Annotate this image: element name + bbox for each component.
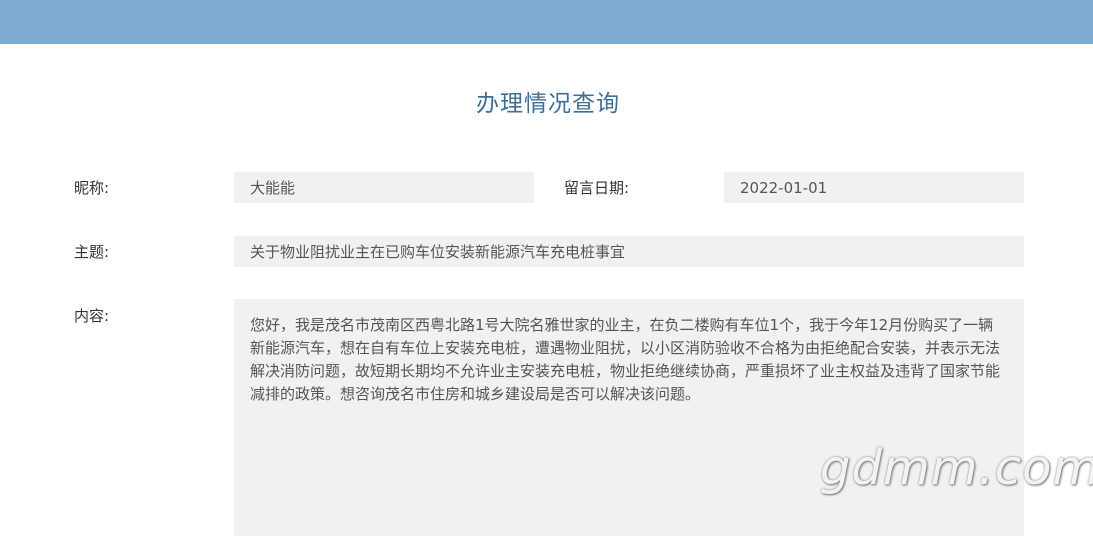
top-bar [0,0,1093,44]
site-watermark: gdmm.com [820,440,1093,496]
content-field: 您好，我是茂名市茂南区西粤北路1号大院名雅世家的业主，在负二楼购有车位1个，我于… [234,299,1024,536]
content-label: 内容: [74,307,110,325]
subject-field: 关于物业阻扰业主在已购车位安装新能源汽车充电桩事宜 [234,236,1024,267]
subject-label: 主题: [74,243,110,261]
page-title: 办理情况查询 [476,91,620,117]
nickname-label: 昵称: [74,179,110,197]
date-label: 留言日期: [564,179,630,197]
date-field: 2022-01-01 [724,172,1024,203]
nickname-field: 大能能 [234,172,534,203]
